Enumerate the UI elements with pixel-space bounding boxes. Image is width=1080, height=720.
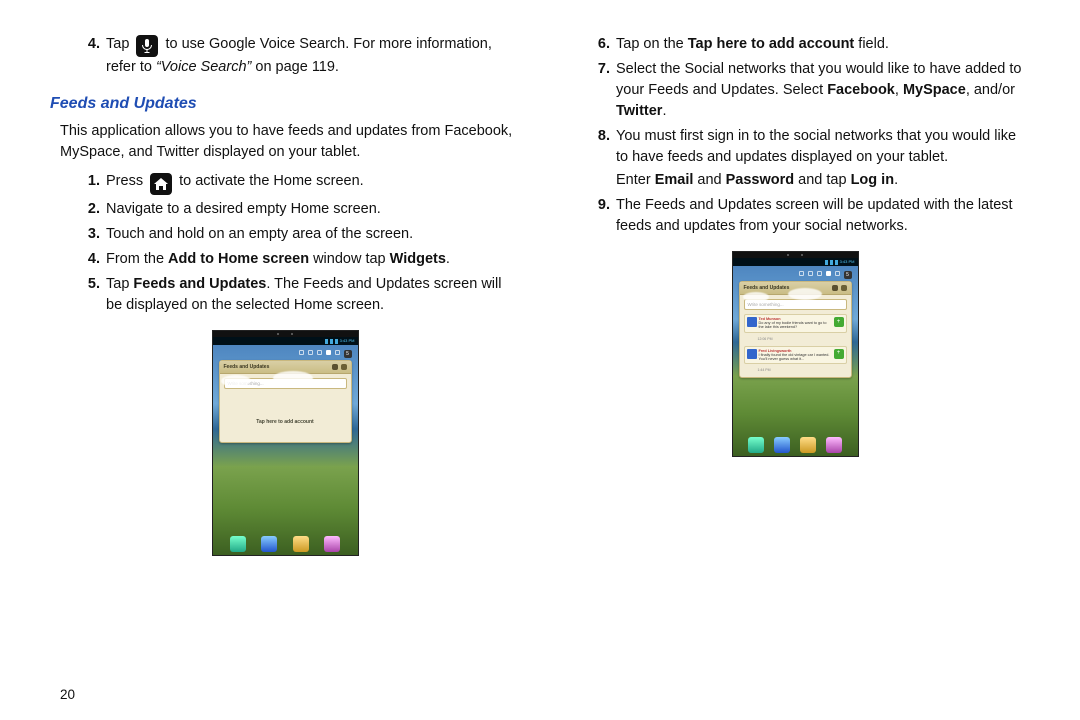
tap-here-add-account: Tap here to add account	[224, 419, 347, 426]
dock	[213, 536, 358, 552]
avatar	[747, 349, 757, 359]
feed-timestamp: 1:44 PM	[744, 368, 847, 373]
step-7: 7. Select the Social networks that you w…	[586, 59, 1030, 122]
mic-icon	[136, 35, 158, 57]
widget-title: Feeds and Updates	[224, 364, 270, 371]
right-column: 6. Tap on the Tap here to add account fi…	[560, 30, 1030, 710]
step-4-widgets: 4. From the Add to Home screen window ta…	[76, 249, 520, 270]
step-2: 2. Navigate to a desired empty Home scre…	[76, 199, 520, 220]
feed-item: Fred LivingsworthI finally found the old…	[744, 346, 847, 365]
dock-app-icon	[230, 536, 246, 552]
feeds-updates-heading: Feeds and Updates	[50, 92, 520, 115]
home-icon	[150, 173, 172, 195]
dock-app-icon	[324, 536, 340, 552]
feed-item: Ted MunsonDo any of my bodie friends wan…	[744, 314, 847, 333]
step-1: 1. Press to activate the Home screen.	[76, 171, 520, 195]
step-8-continued: Enter Email and Password and tap Log in.	[616, 170, 1030, 191]
step-8: 8. You must first sign in to the social …	[586, 126, 1030, 168]
page-indicator-icon: 5	[844, 271, 852, 279]
refresh-icon	[832, 285, 838, 291]
step-6: 6. Tap on the Tap here to add account fi…	[586, 34, 1030, 55]
avatar	[747, 317, 757, 327]
step-3: 3. Touch and hold on an empty area of th…	[76, 224, 520, 245]
refresh-icon	[332, 364, 338, 370]
step-5: 5. Tap Feeds and Updates. The Feeds and …	[76, 274, 520, 316]
step-9: 9. The Feeds and Updates screen will be …	[586, 195, 1030, 237]
voice-search-ref: “Voice Search”	[156, 59, 251, 75]
widget-title: Feeds and Updates	[744, 285, 790, 292]
left-column: 4. Tap to use Google Voice Search. For m…	[50, 30, 520, 710]
plus-icon: +	[834, 349, 844, 359]
dock-app-icon	[774, 437, 790, 453]
dock-app-icon	[800, 437, 816, 453]
dock-app-icon	[293, 536, 309, 552]
step-number: 4.	[76, 34, 106, 78]
dock	[733, 437, 858, 453]
page-indicator-icon: 5	[344, 350, 352, 358]
dock-app-icon	[748, 437, 764, 453]
manual-page: 4. Tap to use Google Voice Search. For m…	[0, 0, 1080, 720]
dock-app-icon	[261, 536, 277, 552]
gear-icon	[841, 285, 847, 291]
intro-paragraph: This application allows you to have feed…	[60, 121, 520, 163]
tablet-screenshot-empty-widget: 3:43 PM 5 Feeds and Updates Write someth…	[212, 330, 359, 556]
status-clock: 3:43 PM	[340, 338, 355, 344]
feed-timestamp: 12:06 PM	[744, 337, 847, 342]
dock-app-icon	[826, 437, 842, 453]
plus-icon: +	[834, 317, 844, 327]
step-4-voice: 4. Tap to use Google Voice Search. For m…	[76, 34, 520, 78]
status-clock: 3:43 PM	[840, 259, 855, 265]
gear-icon	[341, 364, 347, 370]
tablet-screenshot-feeds-populated: 3:43 PM 5 Feeds and Updates Write someth…	[732, 251, 859, 457]
page-number: 20	[60, 687, 75, 702]
